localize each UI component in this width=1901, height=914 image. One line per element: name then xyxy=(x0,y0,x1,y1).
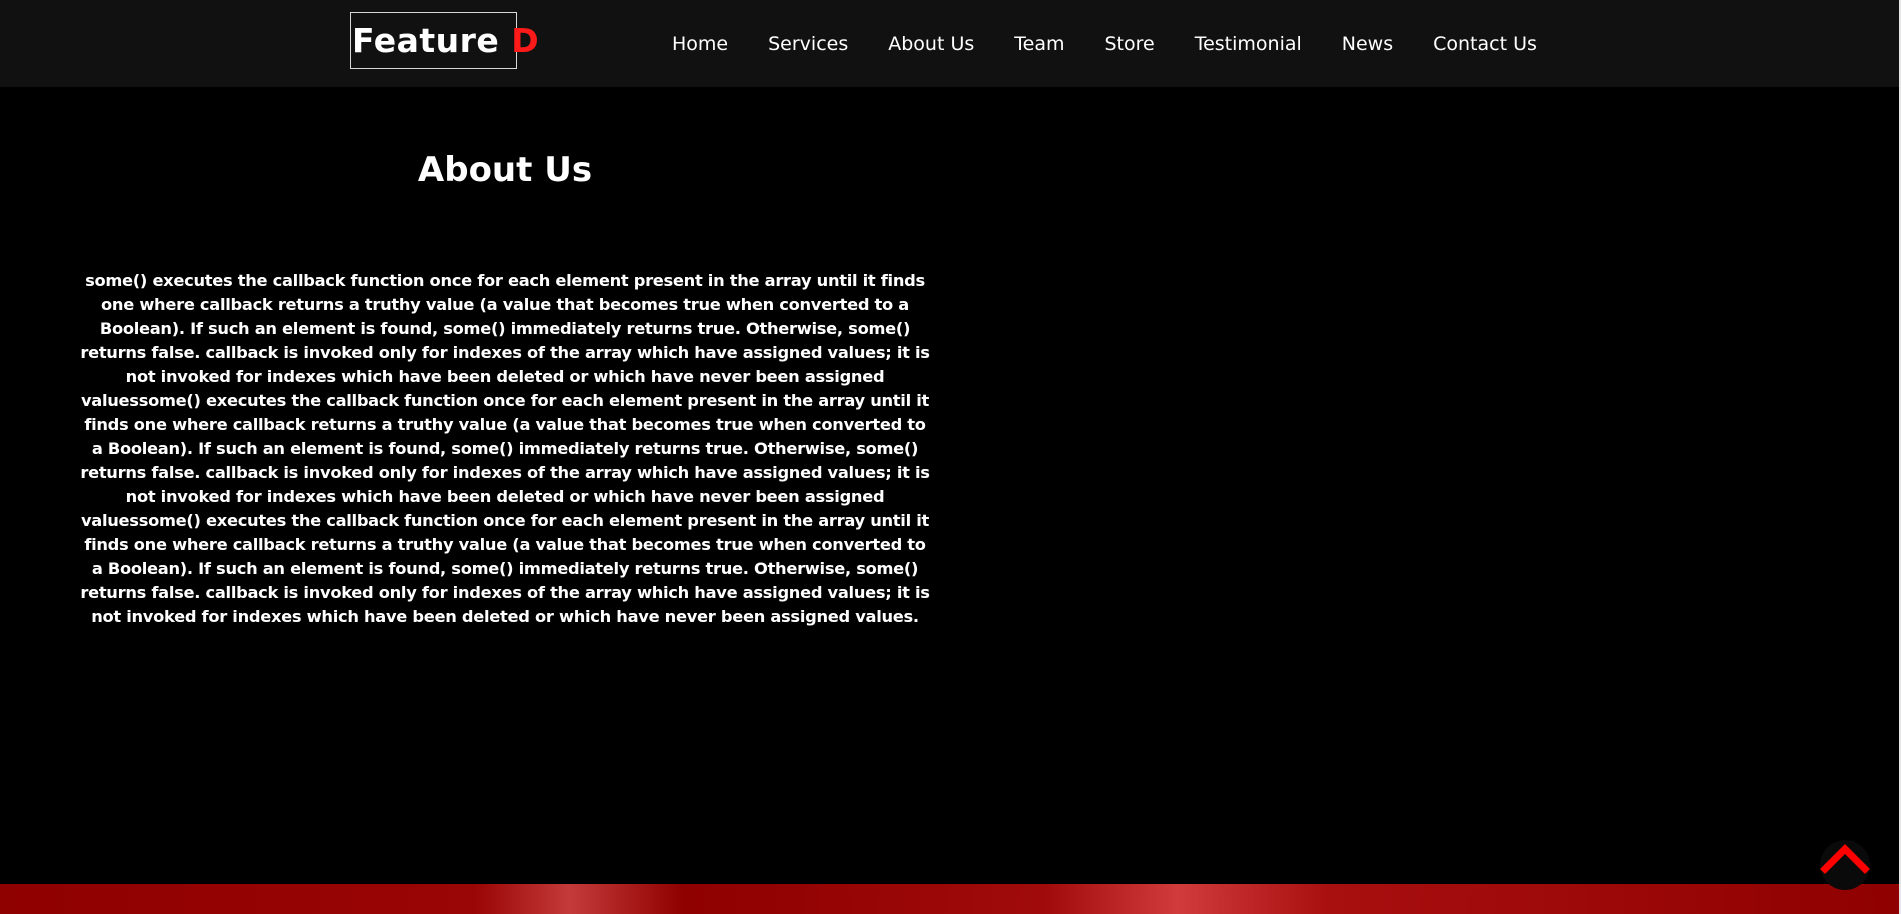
main-nav: Home Services About Us Team Store Testim… xyxy=(672,0,1537,87)
about-title: About Us xyxy=(417,150,593,190)
nav-link-contact-us[interactable]: Contact Us xyxy=(1433,33,1537,55)
nav-link-store[interactable]: Store xyxy=(1104,33,1154,55)
navbar: Feature D Home Services About Us Team St… xyxy=(0,0,1899,87)
nav-link-services[interactable]: Services xyxy=(768,33,848,55)
page: Feature D Home Services About Us Team St… xyxy=(0,0,1901,914)
nav-link-team[interactable]: Team xyxy=(1014,33,1064,55)
chevron-up-icon xyxy=(1820,844,1870,874)
about-body-text: some() executes the callback function on… xyxy=(80,271,930,626)
nav-link-about-us[interactable]: About Us xyxy=(888,33,974,55)
logo-accent-letter: D xyxy=(511,21,540,60)
nav-link-home[interactable]: Home xyxy=(672,33,728,55)
nav-link-testimonial[interactable]: Testimonial xyxy=(1195,33,1302,55)
back-to-top-button[interactable] xyxy=(1820,840,1870,890)
site-logo[interactable]: Feature D xyxy=(350,12,539,69)
hero-banner-image xyxy=(0,884,1899,914)
logo-text: Feature xyxy=(352,21,512,60)
nav-link-news[interactable]: News xyxy=(1342,33,1393,55)
